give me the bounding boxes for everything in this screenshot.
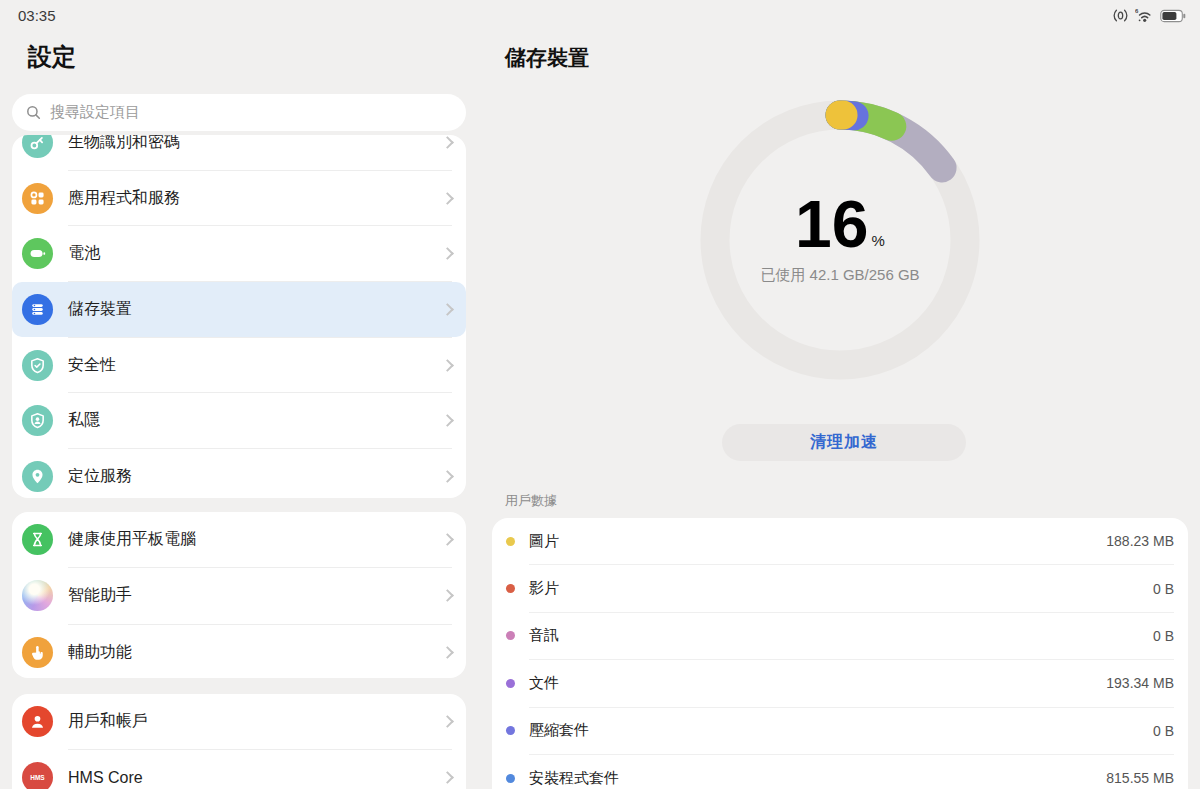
sidebar-item-label: 生物識別和密碼 — [68, 135, 443, 153]
sidebar-item-label: 私隱 — [68, 410, 443, 431]
chevron-right-icon — [441, 470, 454, 483]
user-data-card: 圖片188.23 MB影片0 B音訊0 B文件193.34 MB壓縮套件0 B安… — [492, 518, 1188, 789]
category-dot — [506, 537, 515, 546]
sidebar-item-label: 智能助手 — [68, 585, 443, 606]
chevron-right-icon — [441, 247, 454, 260]
category-size: 0 B — [1153, 723, 1174, 739]
category-size: 815.55 MB — [1106, 770, 1174, 786]
search-placeholder: 搜尋設定項目 — [50, 103, 140, 122]
user-data-section-label: 用戶數據 — [505, 492, 557, 510]
sidebar-item-label: 儲存裝置 — [68, 299, 443, 320]
usage-text: 已使用 42.1 GB/256 GB — [760, 266, 919, 285]
category-label: 文件 — [529, 674, 1106, 693]
user-data-row: 壓縮套件0 B — [492, 708, 1188, 754]
chevron-right-icon — [441, 646, 454, 659]
category-label: 安裝程式套件 — [529, 769, 1106, 788]
user-data-row: 文件193.34 MB — [492, 660, 1188, 706]
sidebar-item[interactable]: 安全性 — [12, 338, 466, 393]
hms-icon: HMS — [22, 762, 53, 789]
chevron-right-icon — [441, 590, 454, 603]
wifi6-icon: 6 — [1135, 8, 1153, 23]
category-size: 193.34 MB — [1106, 675, 1174, 691]
sidebar-item[interactable]: 用戶和帳戶 — [12, 694, 466, 749]
user-data-row: 音訊0 B — [492, 613, 1188, 659]
user-data-row: 影片0 B — [492, 565, 1188, 611]
category-label: 圖片 — [529, 532, 1106, 551]
sidebar-item-label: 電池 — [68, 243, 443, 264]
privacy-person-icon — [22, 405, 53, 436]
category-size: 0 B — [1153, 628, 1174, 644]
sidebar-group-2: 健康使用平板電腦智能助手輔助功能 — [12, 512, 466, 678]
accessibility-hand-icon — [22, 637, 53, 668]
search-input[interactable]: 搜尋設定項目 — [12, 94, 466, 131]
settings-title: 設定 — [28, 41, 76, 73]
percent-used-value: 16 — [795, 195, 868, 253]
sidebar-item-label: HMS Core — [68, 769, 443, 787]
chevron-right-icon — [441, 414, 454, 427]
sidebar-group-1: 生物識別和密碼應用程式和服務電池儲存裝置安全性私隱定位服務 — [12, 135, 466, 498]
chevron-right-icon — [441, 192, 454, 205]
sidebar-item[interactable]: 儲存裝置 — [12, 282, 466, 337]
sidebar-item[interactable]: 輔助功能 — [12, 625, 466, 678]
chevron-right-icon — [441, 533, 454, 546]
storage-icon — [22, 294, 53, 325]
chevron-right-icon — [441, 303, 454, 316]
chevron-right-icon — [441, 136, 454, 149]
vibrate-icon — [1113, 8, 1128, 23]
search-icon — [26, 105, 41, 120]
sidebar-item-label: 應用程式和服務 — [68, 188, 443, 209]
page-title: 儲存裝置 — [505, 44, 589, 72]
status-time: 03:35 — [18, 7, 56, 24]
battery-icon — [1160, 9, 1186, 23]
chevron-right-icon — [441, 359, 454, 372]
category-dot — [506, 726, 515, 735]
percent-sign: % — [872, 232, 885, 249]
category-label: 影片 — [529, 579, 1153, 598]
user-data-row: 圖片188.23 MB — [492, 518, 1188, 564]
user-data-row: 安裝程式套件815.55 MB — [492, 755, 1188, 789]
battery-round-icon — [22, 238, 53, 269]
svg-text:6: 6 — [1135, 8, 1139, 14]
donut-center: 16 % 已使用 42.1 GB/256 GB — [695, 95, 985, 385]
sidebar-item[interactable]: 電池 — [12, 226, 466, 281]
sidebar-item-label: 用戶和帳戶 — [68, 711, 443, 732]
sidebar-item[interactable]: HMS HMS Core — [12, 750, 466, 789]
clean-accelerate-button[interactable]: 清理加速 — [722, 424, 966, 461]
category-label: 壓縮套件 — [529, 721, 1153, 740]
apps-grid-icon — [22, 183, 53, 214]
category-size: 0 B — [1153, 581, 1174, 597]
category-dot — [506, 631, 515, 640]
chevron-right-icon — [441, 715, 454, 728]
sidebar-item[interactable]: 應用程式和服務 — [12, 171, 466, 226]
category-dot — [506, 584, 515, 593]
sidebar-item-label: 定位服務 — [68, 466, 443, 487]
chevron-right-icon — [441, 771, 454, 784]
sidebar-item[interactable]: 私隱 — [12, 393, 466, 448]
sidebar-item-label: 健康使用平板電腦 — [68, 529, 443, 550]
sidebar-item-label: 安全性 — [68, 355, 443, 376]
user-icon — [22, 706, 53, 737]
category-dot — [506, 774, 515, 783]
assistant-orb-icon — [22, 580, 53, 611]
sidebar-item[interactable]: 智能助手 — [12, 568, 466, 623]
shield-check-icon — [22, 350, 53, 381]
category-dot — [506, 679, 515, 688]
status-icons: 6 — [1113, 8, 1186, 23]
location-pin-icon — [22, 461, 53, 492]
sidebar-item[interactable]: 健康使用平板電腦 — [12, 512, 466, 567]
hourglass-icon — [22, 524, 53, 555]
key-icon — [22, 135, 53, 158]
sidebar-item[interactable]: 生物識別和密碼 — [12, 135, 466, 170]
sidebar-group-3: 用戶和帳戶 HMS HMS Core — [12, 694, 466, 789]
sidebar-item[interactable]: 定位服務 — [12, 449, 466, 498]
sidebar-item-label: 輔助功能 — [68, 642, 443, 663]
svg-text:HMS: HMS — [30, 774, 45, 781]
category-label: 音訊 — [529, 626, 1153, 645]
category-size: 188.23 MB — [1106, 533, 1174, 549]
